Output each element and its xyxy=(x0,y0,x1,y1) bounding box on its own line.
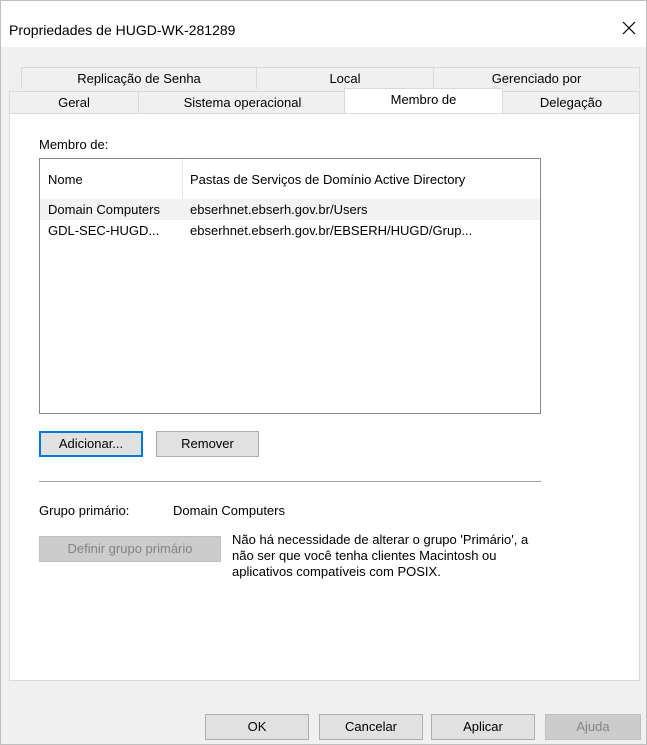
member-of-label: Membro de: xyxy=(39,137,109,152)
tab-geral[interactable]: Geral xyxy=(9,91,139,113)
separator xyxy=(39,481,541,482)
list-header: Nome Pastas de Serviços de Domínio Activ… xyxy=(40,159,540,199)
close-icon xyxy=(622,21,636,35)
tab-label: Local xyxy=(329,71,361,86)
tab-label: Gerenciado por xyxy=(491,71,582,86)
properties-dialog: Propriedades de HUGD-WK-281289 Replicaçã… xyxy=(0,0,647,745)
tab-gerenciado-por[interactable]: Gerenciado por xyxy=(433,67,640,89)
dialog-title: Propriedades de HUGD-WK-281289 xyxy=(9,22,236,38)
tab-label: Replicação de Senha xyxy=(77,71,201,86)
help-button[interactable]: Ajuda xyxy=(545,714,641,740)
tab-sistema-operacional[interactable]: Sistema operacional xyxy=(138,91,347,113)
column-header-pastas[interactable]: Pastas de Serviços de Domínio Active Dir… xyxy=(182,159,540,199)
title-bar: Propriedades de HUGD-WK-281289 xyxy=(1,1,646,47)
primary-group-info: Não há necessidade de alterar o grupo 'P… xyxy=(232,532,529,579)
remove-button[interactable]: Remover xyxy=(156,431,259,457)
set-primary-group-button[interactable]: Definir grupo primário xyxy=(39,536,221,562)
member-of-list[interactable]: Nome Pastas de Serviços de Domínio Activ… xyxy=(39,158,541,414)
tab-delegacao[interactable]: Delegação xyxy=(502,91,640,113)
column-header-nome[interactable]: Nome xyxy=(40,159,182,199)
list-row[interactable]: Domain Computers ebserhnet.ebserh.gov.br… xyxy=(40,199,540,220)
tab-label: Delegação xyxy=(539,95,603,110)
add-button[interactable]: Adicionar... xyxy=(39,431,143,457)
row-name: GDL-SEC-HUGD... xyxy=(48,223,160,238)
primary-group-value: Domain Computers xyxy=(173,503,285,518)
tab-label: Membro de xyxy=(390,92,457,107)
apply-button[interactable]: Aplicar xyxy=(431,714,535,740)
primary-group-label: Grupo primário: xyxy=(39,503,130,518)
tab-local[interactable]: Local xyxy=(256,67,434,89)
ok-button[interactable]: OK xyxy=(205,714,309,740)
list-row[interactable]: GDL-SEC-HUGD... ebserhnet.ebserh.gov.br/… xyxy=(40,220,540,241)
close-button[interactable] xyxy=(612,11,646,45)
tab-label: Geral xyxy=(58,95,90,110)
cancel-button[interactable]: Cancelar xyxy=(319,714,423,740)
tab-membro-de[interactable]: Membro de xyxy=(344,88,503,113)
tab-replicacao-de-senha[interactable]: Replicação de Senha xyxy=(21,67,257,89)
row-name: Domain Computers xyxy=(48,202,160,217)
row-folder: ebserhnet.ebserh.gov.br/EBSERH/HUGD/Grup… xyxy=(190,223,473,238)
row-folder: ebserhnet.ebserh.gov.br/Users xyxy=(190,202,368,217)
tab-label: Sistema operacional xyxy=(183,95,302,110)
